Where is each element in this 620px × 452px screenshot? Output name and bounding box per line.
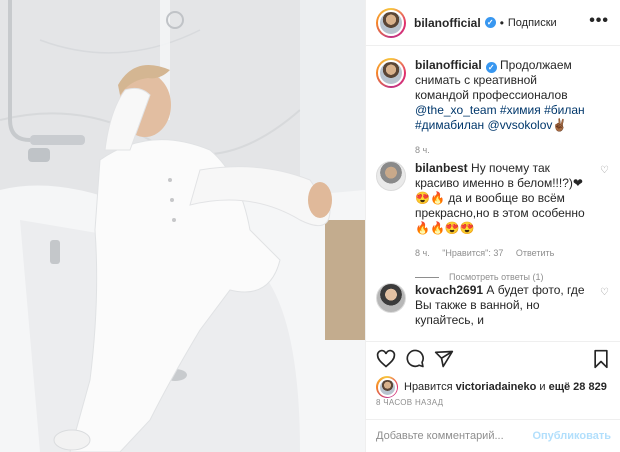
heart-icon[interactable]: [376, 349, 396, 369]
mention-link[interactable]: @the_xo_team: [415, 103, 497, 117]
view-replies-button[interactable]: Посмотреть ответы (1): [415, 272, 591, 282]
comment-text: kovach2691 А будет фото, где Вы также в …: [415, 283, 591, 328]
caption-meta: 8 ч.: [415, 145, 591, 155]
commenter-username[interactable]: kovach2691: [415, 283, 483, 297]
caption-row: bilanofficial ✓ Продолжаем снимать с креа…: [366, 58, 620, 161]
author-avatar[interactable]: [376, 7, 406, 38]
comment-row: bilanbest Ну почему так красиво именно в…: [366, 161, 620, 283]
likes-prefix: Нравится: [404, 381, 453, 393]
photo-illustration: [0, 0, 365, 452]
post-side-panel: bilanofficial ✓ • Подписки ••• bilanoffi…: [365, 0, 620, 452]
comment-text: bilanbest Ну почему так красиво именно в…: [415, 161, 591, 236]
following-button[interactable]: Подписки: [508, 17, 557, 29]
more-options-icon[interactable]: •••: [589, 13, 609, 29]
post-timestamp[interactable]: 8 ЧАСОВ НАЗАД: [376, 398, 443, 407]
caption-avatar[interactable]: [376, 58, 406, 88]
comment-likes-count[interactable]: "Нравится": 37: [442, 248, 503, 258]
post-photo[interactable]: [0, 0, 365, 452]
likes-summary: Нравится victoriadaineko и ещё 28 829: [376, 376, 607, 398]
action-bar: [366, 341, 620, 375]
comment-input[interactable]: [376, 430, 533, 442]
verified-badge-icon: ✓: [485, 62, 497, 73]
caption-text: bilanofficial ✓ Продолжаем снимать с креа…: [415, 58, 591, 133]
likes-count[interactable]: ещё 28 829: [549, 381, 607, 393]
comment-meta: 8 ч. "Нравится": 37 Ответить: [415, 248, 591, 258]
victory-emoji: ✌🏾: [552, 118, 568, 132]
comments-list[interactable]: bilanofficial ✓ Продолжаем снимать с креа…: [366, 58, 620, 338]
comment-like-heart-icon[interactable]: ♡: [600, 287, 609, 298]
reply-button[interactable]: Ответить: [516, 248, 554, 258]
caption-username[interactable]: bilanofficial: [415, 58, 482, 72]
commenter-username[interactable]: bilanbest: [415, 161, 468, 175]
publish-button[interactable]: Опубликовать: [532, 430, 611, 442]
add-comment-bar: Опубликовать: [366, 419, 620, 452]
comment-time[interactable]: 8 ч.: [415, 248, 430, 258]
comment-row: kovach2691 А будет фото, где Вы также в …: [366, 283, 620, 327]
header-separator: •: [499, 15, 504, 30]
post-header: bilanofficial ✓ • Подписки •••: [366, 0, 620, 46]
comment-like-heart-icon[interactable]: ♡: [600, 165, 609, 176]
likes-and: и: [539, 381, 546, 393]
verified-badge-icon: ✓: [484, 17, 496, 28]
commenter-avatar[interactable]: [376, 283, 406, 313]
likes-text: Нравится victoriadaineko и ещё 28 829: [404, 381, 607, 393]
author-username[interactable]: bilanofficial: [414, 16, 481, 30]
view-replies-label: Посмотреть ответы (1): [449, 272, 544, 282]
liker-avatar[interactable]: [376, 376, 398, 398]
liker-username[interactable]: victoriadaineko: [456, 381, 537, 393]
caption-time[interactable]: 8 ч.: [415, 145, 430, 155]
share-icon[interactable]: [434, 349, 454, 369]
commenter-avatar[interactable]: [376, 161, 406, 191]
mention-link[interactable]: @vvsokolov: [488, 118, 553, 132]
comment-icon[interactable]: [405, 349, 425, 369]
instagram-post: bilanofficial ✓ • Подписки ••• bilanoffi…: [0, 0, 620, 452]
replies-line: [415, 276, 439, 278]
bookmark-icon[interactable]: [592, 349, 610, 369]
